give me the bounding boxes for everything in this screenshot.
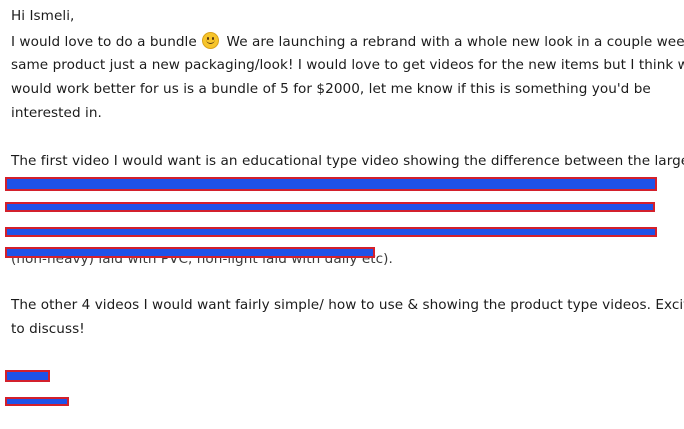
email-para3-line2: to discuss! (11, 321, 85, 337)
redaction-bar (5, 247, 375, 258)
redaction-bar (5, 227, 657, 237)
redaction-bar (5, 202, 655, 212)
para1-line1-text-before: I would love to do a bundle (11, 34, 197, 50)
para1-line1-text-after: We are launching a rebrand with a whole … (226, 34, 684, 50)
email-para1-line4: interested in. (11, 105, 102, 121)
redaction-bar (5, 397, 69, 406)
email-para1-line1: I would love to do a bundle We are launc… (11, 32, 684, 51)
email-para3-line1: The other 4 videos I would want fairly s… (11, 297, 684, 313)
email-greeting: Hi Ismeli, (11, 8, 75, 24)
redaction-bar (5, 177, 657, 191)
email-para2-line1: The first video I would want is an educa… (11, 153, 684, 169)
redaction-bar (5, 370, 50, 382)
email-para1-line3: would work better for us is a bundle of … (11, 81, 651, 97)
slightly-smiling-face-icon (202, 32, 220, 49)
email-para1-line2: same product just a new packaging/look! … (11, 57, 684, 73)
